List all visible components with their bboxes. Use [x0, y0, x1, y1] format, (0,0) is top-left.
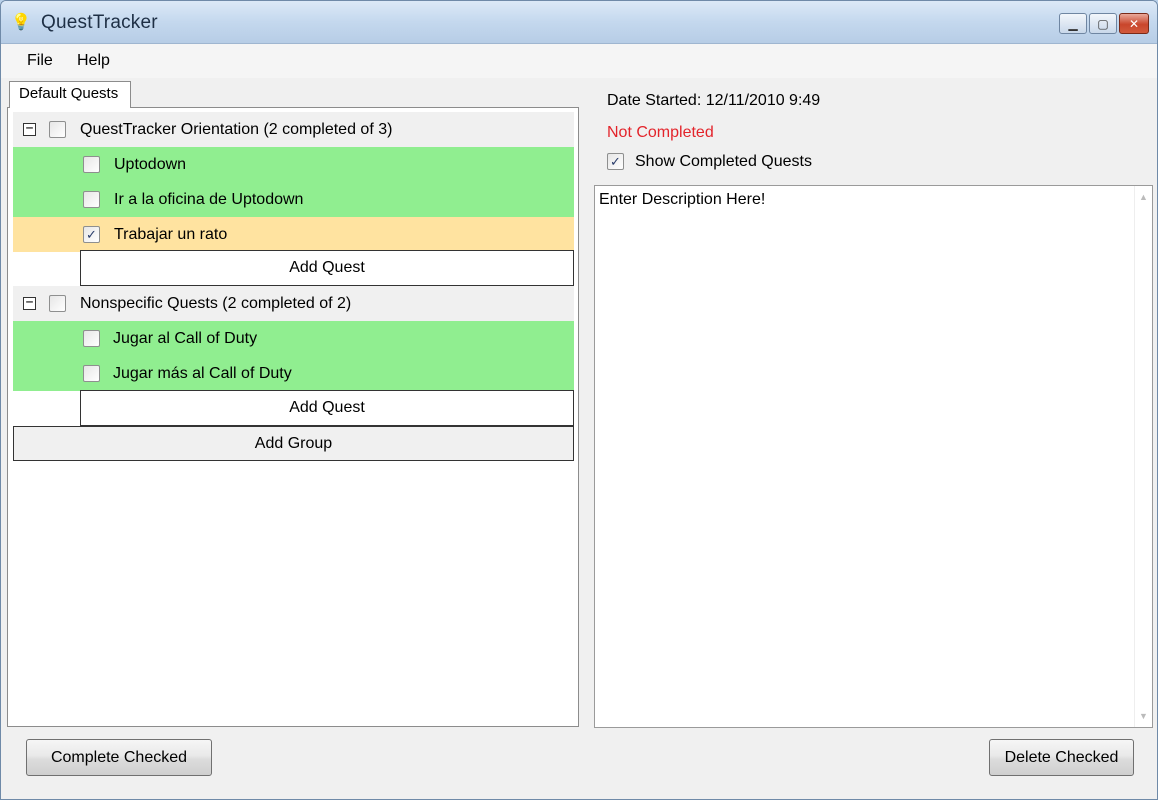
collapse-icon[interactable]: −	[23, 296, 36, 310]
date-started-label: Date Started: 12/11/2010 9:49	[607, 92, 821, 109]
quest-checkbox[interactable]	[83, 156, 100, 173]
quest-group-row[interactable]: − QuestTracker Orientation (2 completed …	[13, 112, 574, 147]
add-group-button[interactable]: Add Group	[13, 426, 574, 461]
complete-checked-button[interactable]: Complete Checked	[26, 739, 212, 776]
window-controls: ▁ ▢ ✕	[1059, 13, 1149, 34]
scroll-up-icon[interactable]: ▲	[1139, 192, 1148, 202]
show-completed-checkbox[interactable]: ✓	[607, 153, 624, 170]
quest-checkbox[interactable]	[83, 330, 100, 347]
quest-list-panel: − QuestTracker Orientation (2 completed …	[7, 107, 579, 727]
quest-label: Jugar más al Call of Duty	[113, 364, 292, 382]
status-label: Not Completed	[607, 124, 714, 141]
menu-bar: File Help	[1, 44, 1157, 78]
app-lightbulb-icon: 💡	[11, 14, 31, 31]
close-button[interactable]: ✕	[1119, 13, 1149, 34]
group-title: Nonspecific Quests (2 completed of 2)	[80, 294, 352, 312]
minimize-icon: ▁	[1068, 16, 1078, 31]
quest-row[interactable]: Jugar más al Call of Duty	[13, 356, 574, 391]
window-title: QuestTracker	[41, 12, 158, 33]
description-textarea[interactable]: Enter Description Here! ▲ ▼	[594, 185, 1153, 728]
menu-help[interactable]: Help	[77, 52, 110, 70]
title-bar[interactable]: 💡 QuestTracker ▁ ▢ ✕	[1, 1, 1157, 44]
tab-default-quests[interactable]: Default Quests	[9, 81, 131, 108]
quest-checkbox[interactable]: ✓	[83, 226, 100, 243]
minimize-button[interactable]: ▁	[1059, 13, 1087, 34]
description-text: Enter Description Here!	[599, 191, 766, 208]
group-checkbox[interactable]	[49, 295, 66, 312]
show-completed-label[interactable]: Show Completed Quests	[635, 153, 812, 171]
main-window: 💡 QuestTracker ▁ ▢ ✕ File Help Default Q…	[0, 0, 1158, 800]
add-quest-button[interactable]: Add Quest	[80, 250, 574, 286]
quest-label: Trabajar un rato	[114, 225, 228, 243]
menu-file[interactable]: File	[27, 52, 53, 70]
group-title: QuestTracker Orientation (2 completed of…	[80, 120, 393, 138]
add-quest-button[interactable]: Add Quest	[80, 390, 574, 426]
quest-label: Ir a la oficina de Uptodown	[114, 190, 304, 208]
collapse-icon[interactable]: −	[23, 122, 36, 136]
quest-row[interactable]: ✓ Trabajar un rato	[13, 217, 574, 252]
description-scrollbar[interactable]: ▲ ▼	[1134, 186, 1152, 727]
quest-row[interactable]: Uptodown	[13, 147, 574, 182]
maximize-icon: ▢	[1097, 16, 1109, 31]
quest-label: Uptodown	[114, 155, 187, 173]
quest-row[interactable]: Jugar al Call of Duty	[13, 321, 574, 356]
maximize-button[interactable]: ▢	[1089, 13, 1117, 34]
quest-group-row[interactable]: − Nonspecific Quests (2 completed of 2)	[13, 286, 574, 321]
scroll-down-icon[interactable]: ▼	[1139, 711, 1148, 721]
quest-row[interactable]: Ir a la oficina de Uptodown	[13, 182, 574, 217]
close-icon: ✕	[1128, 16, 1140, 31]
quest-label: Jugar al Call of Duty	[113, 329, 258, 347]
group-checkbox[interactable]	[49, 121, 66, 138]
quest-checkbox[interactable]	[83, 191, 100, 208]
delete-checked-button[interactable]: Delete Checked	[989, 739, 1134, 776]
quest-checkbox[interactable]	[83, 365, 100, 382]
